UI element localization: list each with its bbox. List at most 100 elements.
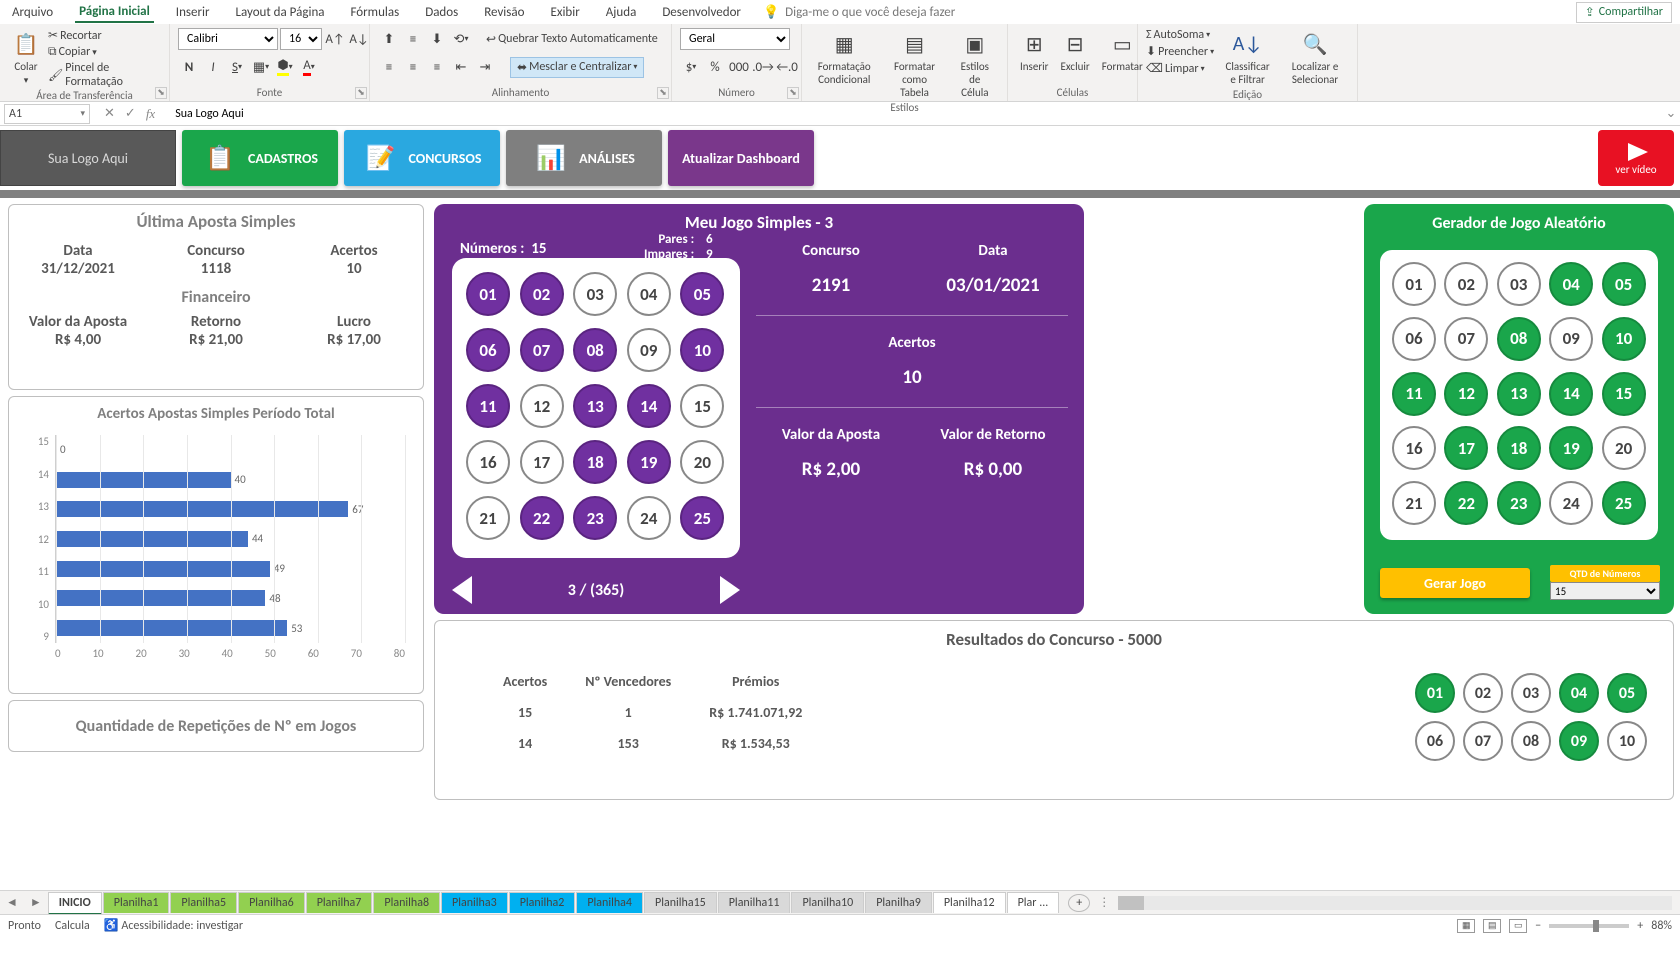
paste-button[interactable]: 📋Colar▾ (8, 28, 44, 88)
tell-me[interactable]: 💡Diga-me o que você deseja fazer (763, 5, 955, 20)
number-ball-6[interactable]: 06 (466, 328, 510, 372)
share-button[interactable]: ⇪Compartilhar (1576, 2, 1672, 23)
number-ball-12[interactable]: 12 (520, 384, 564, 428)
find-select-button[interactable]: 🔍Localizar e Selecionar (1281, 28, 1349, 88)
font-name-select[interactable]: Calibri (178, 28, 278, 50)
tab-layout[interactable]: Layout da Página (232, 3, 329, 22)
atualizar-dashboard-button[interactable]: Atualizar Dashboard (668, 130, 814, 186)
number-ball-11[interactable]: 11 (1392, 372, 1436, 416)
number-format-select[interactable]: Geral (680, 28, 790, 50)
number-ball-12[interactable]: 12 (1444, 372, 1488, 416)
cadastros-button[interactable]: 📋CADASTROS (182, 130, 338, 186)
sheet-tab[interactable]: Planilha10 (791, 892, 864, 913)
view-page-break-button[interactable]: ▭ (1509, 919, 1527, 933)
bold-button[interactable]: N (178, 56, 200, 78)
tab-arquivo[interactable]: Arquivo (8, 3, 57, 22)
decrease-font-button[interactable]: A↓ (348, 28, 370, 50)
number-ball-18[interactable]: 18 (1497, 426, 1541, 470)
sheet-tab[interactable]: Planilha4 (576, 892, 643, 913)
outdent-button[interactable]: ⇤ (450, 56, 472, 78)
zoom-out-button[interactable]: − (1535, 919, 1541, 933)
sort-filter-button[interactable]: A↓Classificar e Filtrar (1218, 28, 1277, 88)
currency-button[interactable]: $▾ (680, 56, 702, 78)
tab-ajuda[interactable]: Ajuda (602, 3, 641, 22)
align-bottom-button[interactable]: ⬇ (426, 28, 448, 50)
increase-decimal-button[interactable]: .0→ (752, 56, 774, 78)
cancel-formula-icon[interactable]: ✕ (104, 106, 115, 122)
number-ball-21[interactable]: 21 (1392, 481, 1436, 525)
thousands-button[interactable]: 000 (728, 56, 750, 78)
number-ball-16[interactable]: 16 (466, 440, 510, 484)
number-ball-14[interactable]: 14 (627, 384, 671, 428)
delete-cells-button[interactable]: ⊟Excluir (1057, 28, 1094, 75)
conditional-formatting-button[interactable]: ▦Formatação Condicional (810, 28, 879, 88)
number-ball-7[interactable]: 07 (520, 328, 564, 372)
sheet-tab[interactable]: Planilha8 (373, 892, 440, 913)
accessibility-status[interactable]: ♿ Acessibilidade: investigar (104, 918, 243, 933)
cut-button[interactable]: ✂Recortar (48, 28, 161, 43)
font-size-select[interactable]: 16 (280, 28, 322, 50)
sheet-tab[interactable]: Planilha11 (718, 892, 791, 913)
number-ball-22[interactable]: 22 (1444, 481, 1488, 525)
underline-button[interactable]: S▾ (226, 56, 248, 78)
number-ball-11[interactable]: 11 (466, 384, 510, 428)
fill-color-button[interactable]: ⬢▾ (274, 56, 296, 78)
merge-center-button[interactable]: ⬌Mesclar e Centralizar▾ (510, 57, 644, 78)
sheet-tab[interactable]: Planilha1 (103, 892, 170, 913)
gerar-jogo-button[interactable]: Gerar Jogo (1380, 568, 1530, 598)
number-launcher[interactable]: ⬊ (787, 87, 799, 99)
orientation-button[interactable]: ⟲▾ (450, 28, 472, 50)
sheet-tab[interactable]: Planilha9 (865, 892, 932, 913)
number-ball-13[interactable]: 13 (1497, 372, 1541, 416)
prev-button[interactable] (452, 576, 472, 604)
name-box[interactable]: A1▾ (4, 104, 90, 124)
increase-font-button[interactable]: A↑ (324, 28, 346, 50)
number-ball-4[interactable]: 04 (627, 272, 671, 316)
number-ball-24[interactable]: 24 (627, 496, 671, 540)
number-ball-10[interactable]: 10 (680, 328, 724, 372)
tab-dados[interactable]: Dados (421, 3, 462, 22)
view-page-layout-button[interactable]: ▤ (1483, 919, 1501, 933)
format-painter-button[interactable]: 🖌Pincel de Formatação (48, 61, 161, 89)
align-center-button[interactable]: ≡ (402, 56, 424, 78)
autosum-button[interactable]: ΣAutoSoma▾ (1146, 28, 1214, 42)
sheet-nav-next[interactable]: ► (24, 895, 48, 910)
borders-button[interactable]: ▦▾ (250, 56, 272, 78)
number-ball-25[interactable]: 25 (1602, 481, 1646, 525)
sheet-tab[interactable]: Planilha6 (238, 892, 305, 913)
tab-revisao[interactable]: Revisão (480, 3, 528, 22)
wrap-text-button[interactable]: ↩Quebrar Texto Automaticamente (486, 32, 658, 47)
tab-exibir[interactable]: Exibir (546, 3, 583, 22)
number-ball-1[interactable]: 01 (1392, 262, 1436, 306)
view-normal-button[interactable]: ▦ (1457, 919, 1475, 933)
number-ball-8[interactable]: 08 (573, 328, 617, 372)
align-top-button[interactable]: ⬆ (378, 28, 400, 50)
analises-button[interactable]: 📊ANÁLISES (506, 130, 662, 186)
sheet-tab[interactable]: Plar ... (1007, 892, 1060, 913)
zoom-level[interactable]: 88% (1651, 919, 1672, 933)
italic-button[interactable]: I (202, 56, 224, 78)
sheet-tab[interactable]: Planilha5 (170, 892, 237, 913)
number-ball-21[interactable]: 21 (466, 496, 510, 540)
number-ball-17[interactable]: 17 (520, 440, 564, 484)
font-launcher[interactable]: ⬊ (355, 87, 367, 99)
number-ball-9[interactable]: 09 (627, 328, 671, 372)
indent-button[interactable]: ⇥ (474, 56, 496, 78)
number-ball-22[interactable]: 22 (520, 496, 564, 540)
number-ball-14[interactable]: 14 (1549, 372, 1593, 416)
tab-desenvolvedor[interactable]: Desenvolvedor (658, 3, 745, 22)
zoom-slider[interactable] (1549, 924, 1629, 928)
copy-button[interactable]: ⧉Copiar▾ (48, 45, 161, 59)
sheet-nav-prev[interactable]: ◄ (0, 895, 24, 910)
tab-formulas[interactable]: Fórmulas (347, 3, 404, 22)
number-ball-5[interactable]: 05 (680, 272, 724, 316)
fill-button[interactable]: ⬇Preencher▾ (1146, 44, 1214, 59)
expand-formula-button[interactable]: ⌄ (1662, 106, 1680, 121)
number-ball-20[interactable]: 20 (1602, 426, 1646, 470)
alignment-launcher[interactable]: ⬊ (657, 87, 669, 99)
decrease-decimal-button[interactable]: ←.0 (776, 56, 798, 78)
tab-inserir[interactable]: Inserir (172, 3, 214, 22)
number-ball-6[interactable]: 06 (1392, 317, 1436, 361)
sheet-tab[interactable]: Planilha2 (509, 892, 576, 913)
sheet-tab[interactable]: Planilha15 (644, 892, 717, 913)
